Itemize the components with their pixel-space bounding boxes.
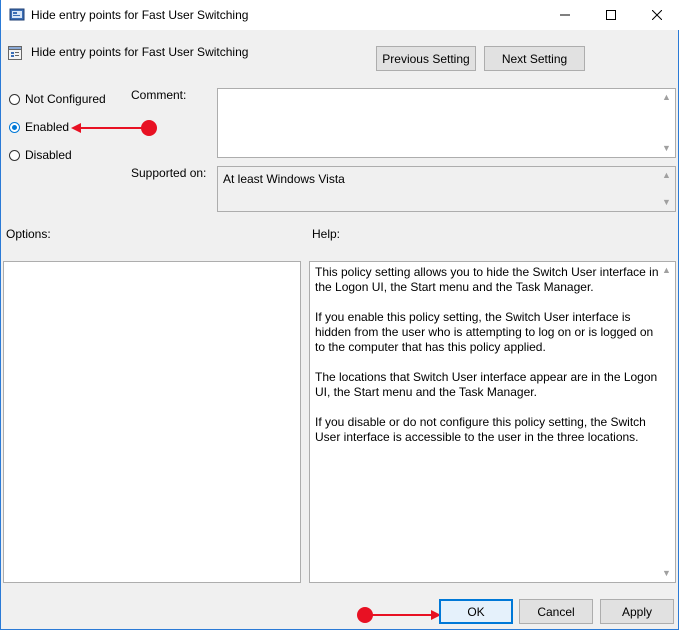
ok-button[interactable]: OK [439,599,513,624]
minimize-button[interactable] [542,0,588,30]
policy-dialog: Hide entry points for Fast User Switchin… [0,0,679,630]
radio-circle[interactable] [9,149,20,161]
cancel-button[interactable]: Cancel [519,599,593,624]
help-label: Help: [312,227,341,241]
supported-on-value: At least Windows Vista [223,172,345,186]
help-paragraph: The locations that Switch User interface… [315,370,658,399]
supported-on-field: At least Windows Vista ▲ ▼ [217,166,676,212]
options-pane [3,261,301,583]
radio-enabled[interactable]: Enabled [9,120,69,134]
minimize-icon [560,14,570,16]
title-bar[interactable]: Hide entry points for Fast User Switchin… [1,0,679,30]
maximize-icon [606,10,616,20]
help-paragraph: If you enable this policy setting, the S… [315,310,654,354]
radio-label: Not Configured [25,92,106,106]
help-scrollbar[interactable]: ▲ ▼ [658,262,675,582]
help-paragraph: If you disable or do not configure this … [315,415,646,444]
close-icon [652,10,662,20]
apply-button[interactable]: Apply [600,599,674,624]
next-setting-button[interactable]: Next Setting [484,46,585,71]
comment-scrollbar[interactable]: ▲ ▼ [658,89,675,157]
options-label: Options: [6,227,51,241]
comment-textarea[interactable]: ▲ ▼ [217,88,676,158]
scroll-down-arrow-icon[interactable]: ▼ [662,198,671,207]
radio-circle[interactable] [9,93,20,105]
supported-on-label: Supported on: [131,166,207,180]
scroll-up-arrow-icon[interactable]: ▲ [662,266,671,275]
comment-label: Comment: [131,88,187,102]
policy-setting-icon [7,45,23,61]
window-title: Hide entry points for Fast User Switchin… [31,8,249,22]
close-button[interactable] [634,0,679,30]
maximize-button[interactable] [588,0,634,30]
help-text: This policy setting allows you to hide t… [315,265,660,460]
help-pane: This policy setting allows you to hide t… [309,261,676,583]
annotation-arrow-ok [357,607,441,623]
previous-setting-button[interactable]: Previous Setting [376,46,476,71]
scroll-down-arrow-icon[interactable]: ▼ [662,569,671,578]
radio-circle-selected[interactable] [9,121,20,133]
scroll-up-arrow-icon[interactable]: ▲ [662,93,671,102]
group-policy-app-icon [9,7,25,23]
radio-disabled[interactable]: Disabled [9,148,72,162]
policy-name: Hide entry points for Fast User Switchin… [31,45,249,59]
annotation-arrow-enabled [71,120,157,136]
scroll-down-arrow-icon[interactable]: ▼ [662,144,671,153]
radio-label: Disabled [25,148,72,162]
radio-not-configured[interactable]: Not Configured [9,92,106,106]
radio-label: Enabled [25,120,70,134]
supported-on-scrollbar[interactable]: ▲ ▼ [658,167,675,211]
help-paragraph: This policy setting allows you to hide t… [315,265,659,294]
scroll-up-arrow-icon[interactable]: ▲ [662,171,671,180]
